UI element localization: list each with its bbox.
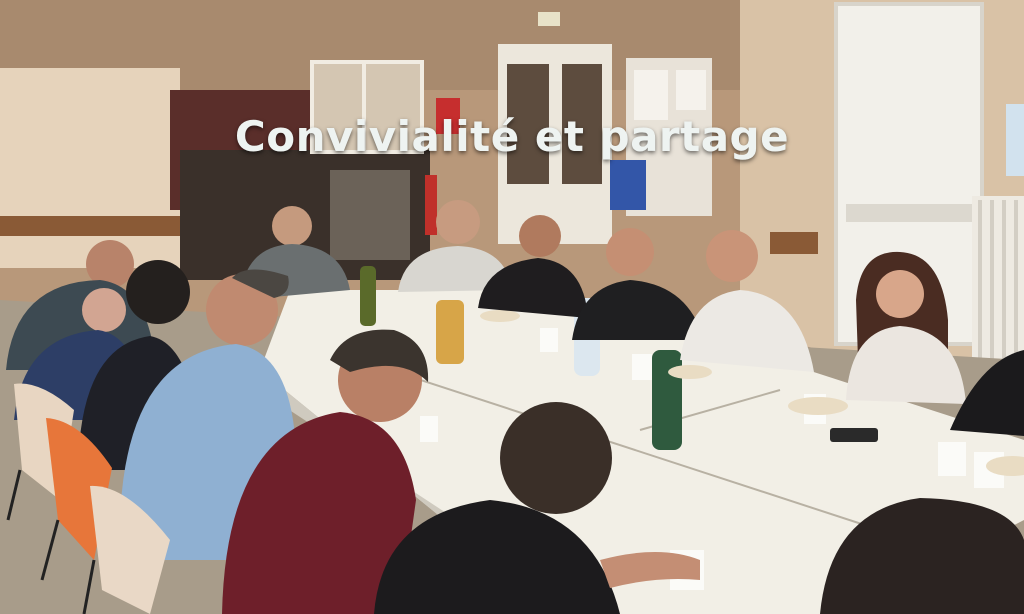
pillar-stripe xyxy=(0,216,180,236)
exit-sign xyxy=(538,12,560,26)
wine-bottle xyxy=(360,266,376,326)
phone xyxy=(830,428,878,442)
sparkling-water-bottle xyxy=(652,350,682,450)
fire-extinguisher xyxy=(425,175,437,235)
photo-scene: Convivialité et partage xyxy=(0,0,1024,614)
wall-stripe xyxy=(770,232,818,254)
poster-blue xyxy=(610,160,646,210)
photo-illustration xyxy=(0,0,1024,614)
left-pillar xyxy=(0,68,180,268)
shelf-unit xyxy=(330,170,410,260)
photo-caption: Convivialité et partage xyxy=(234,112,790,161)
juice-bottle xyxy=(436,300,464,364)
